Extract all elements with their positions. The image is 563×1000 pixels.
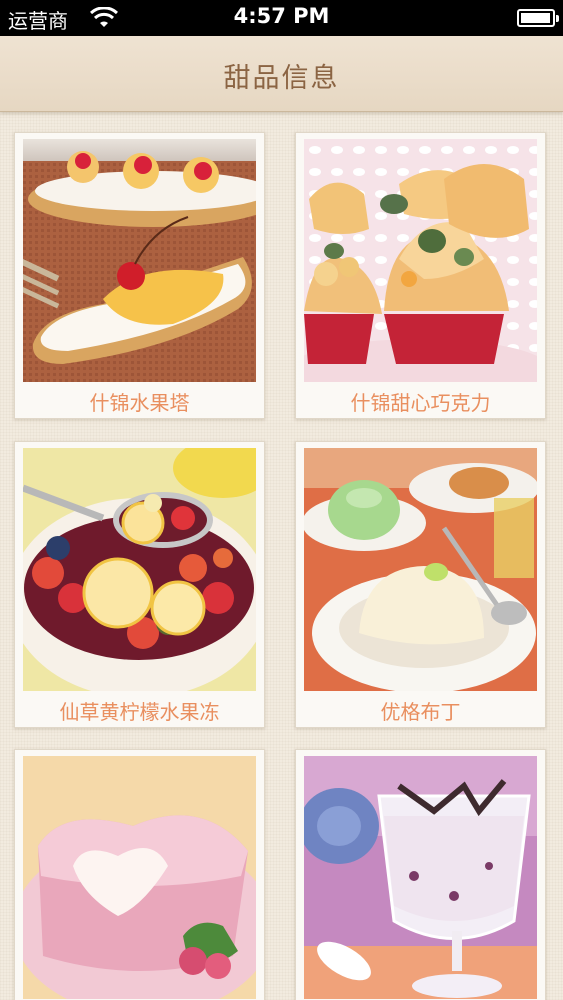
dessert-name: 什锦水果塔	[89, 391, 190, 415]
lemon-fruit-jelly-photo[interactable]	[23, 448, 256, 691]
dessert-card[interactable]: 优格布丁	[295, 441, 546, 728]
heart-mousse-photo[interactable]	[23, 756, 256, 999]
battery-icon	[517, 9, 559, 27]
yogurt-pudding-photo[interactable]	[304, 448, 537, 691]
dessert-name: 优格布丁	[380, 700, 461, 724]
clock: 4:57 PM	[233, 4, 330, 28]
navigation-bar: 甜品信息	[0, 36, 563, 112]
dessert-grid[interactable]: 什锦水果塔 什锦甜心巧克力 仙草黄柠檬水果冻 优格布丁	[0, 112, 563, 1000]
dessert-card[interactable]: 什锦甜心巧克力	[295, 132, 546, 419]
dessert-card[interactable]: 仙草黄柠檬水果冻	[14, 441, 265, 728]
dessert-card[interactable]	[14, 749, 265, 1000]
dessert-card[interactable]: 什锦水果塔	[14, 132, 265, 419]
dessert-card[interactable]	[295, 749, 546, 1000]
chocolate-cups-photo[interactable]	[304, 139, 537, 382]
dessert-name: 什锦甜心巧克力	[350, 391, 491, 415]
status-bar: 运营商 4:57 PM	[0, 0, 563, 36]
battery-level	[521, 13, 550, 23]
fruit-tart-photo[interactable]	[23, 139, 256, 382]
parfait-glass-photo[interactable]	[304, 756, 537, 999]
dessert-name: 仙草黄柠檬水果冻	[59, 700, 220, 724]
page-title: 甜品信息	[223, 63, 340, 94]
